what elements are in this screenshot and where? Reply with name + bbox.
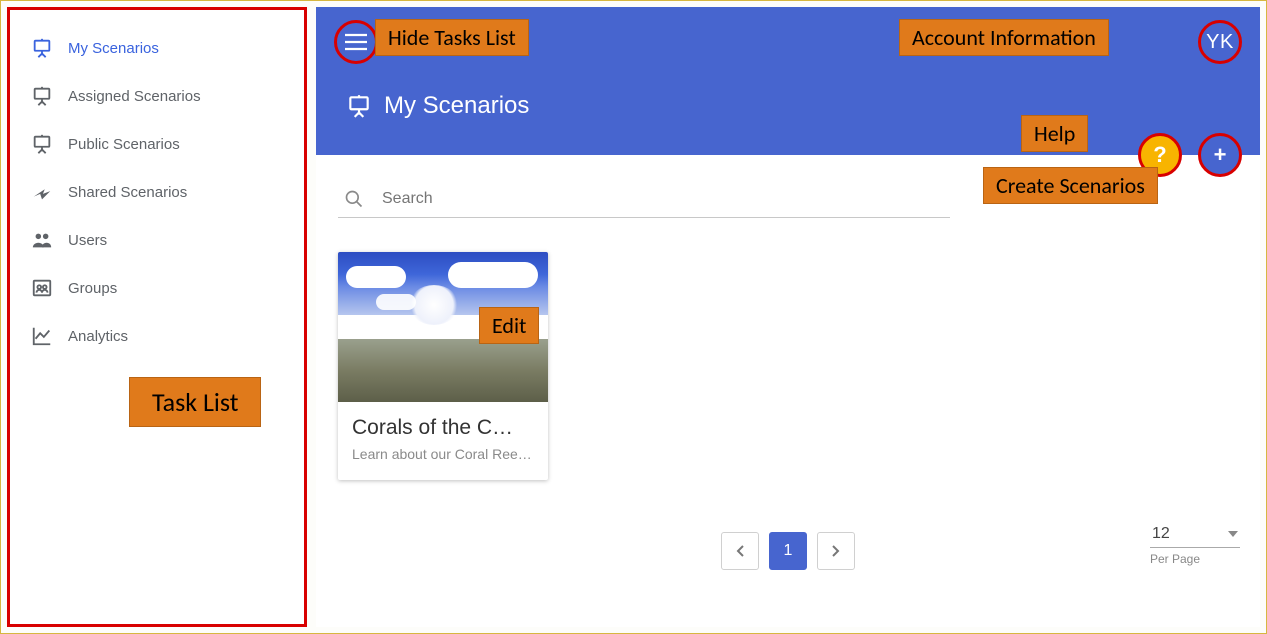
sidebar-item-label: Groups	[68, 280, 117, 297]
hamburger-button[interactable]	[334, 20, 378, 64]
sidebar: My Scenarios Assigned Scenarios Public S…	[7, 7, 307, 627]
next-page-button[interactable]	[817, 532, 855, 570]
sidebar-item-label: Analytics	[68, 328, 128, 345]
page-title: My Scenarios	[384, 92, 529, 120]
search-row	[338, 183, 950, 218]
page-number-button[interactable]: 1	[769, 532, 807, 570]
sidebar-item-label: My Scenarios	[68, 40, 159, 57]
scenario-title: Corals of the C…	[352, 416, 534, 440]
sidebar-item-label: Assigned Scenarios	[68, 88, 201, 105]
scenario-card[interactable]: Corals of the C… Learn about our Coral R…	[338, 252, 548, 480]
sidebar-item-label: Public Scenarios	[68, 136, 180, 153]
per-page-value: 12	[1152, 525, 1170, 543]
sidebar-item-groups[interactable]: Groups	[10, 264, 304, 312]
content: Corals of the C… Learn about our Coral R…	[316, 155, 1260, 580]
search-icon	[344, 189, 364, 209]
easel-icon	[30, 84, 54, 108]
per-page-selector[interactable]: 12 Per Page	[1150, 521, 1240, 566]
annotation-account-info: Account Information	[899, 19, 1109, 56]
sidebar-item-users[interactable]: Users	[10, 216, 304, 264]
current-page-number: 1	[784, 542, 793, 560]
sidebar-item-analytics[interactable]: Analytics	[10, 312, 304, 360]
users-icon	[30, 228, 54, 252]
sidebar-item-shared-scenarios[interactable]: Shared Scenarios	[10, 168, 304, 216]
annotation-hide-tasks: Hide Tasks List	[375, 19, 529, 56]
sidebar-item-my-scenarios[interactable]: My Scenarios	[10, 24, 304, 72]
per-page-label: Per Page	[1150, 552, 1240, 566]
hamburger-icon	[345, 33, 367, 51]
easel-icon	[30, 36, 54, 60]
scenario-subtitle: Learn about our Coral Ree…	[352, 446, 534, 462]
chevron-right-icon	[831, 544, 841, 558]
previous-page-button[interactable]	[721, 532, 759, 570]
pagination: 1	[338, 532, 1238, 570]
share-icon	[30, 180, 54, 204]
chart-icon	[30, 324, 54, 348]
avatar-button[interactable]: YK	[1198, 20, 1242, 64]
sidebar-item-label: Shared Scenarios	[68, 184, 187, 201]
sidebar-item-assigned-scenarios[interactable]: Assigned Scenarios	[10, 72, 304, 120]
search-input[interactable]	[382, 190, 950, 208]
annotation-help: Help	[1021, 115, 1088, 152]
sidebar-item-public-scenarios[interactable]: Public Scenarios	[10, 120, 304, 168]
easel-icon	[346, 93, 372, 119]
easel-icon	[30, 132, 54, 156]
sidebar-item-label: Users	[68, 232, 107, 249]
annotation-create-scenarios: Create Scenarios	[983, 167, 1158, 204]
groups-icon	[30, 276, 54, 300]
main-area: YK My Scenarios ? +	[316, 7, 1260, 627]
chevron-left-icon	[735, 544, 745, 558]
dropdown-arrow-icon	[1228, 531, 1238, 537]
avatar-initials: YK	[1206, 31, 1234, 54]
annotation-edit: Edit	[479, 307, 539, 344]
titlebar: My Scenarios ? +	[316, 77, 1260, 155]
annotation-task-list: Task List	[129, 377, 261, 427]
